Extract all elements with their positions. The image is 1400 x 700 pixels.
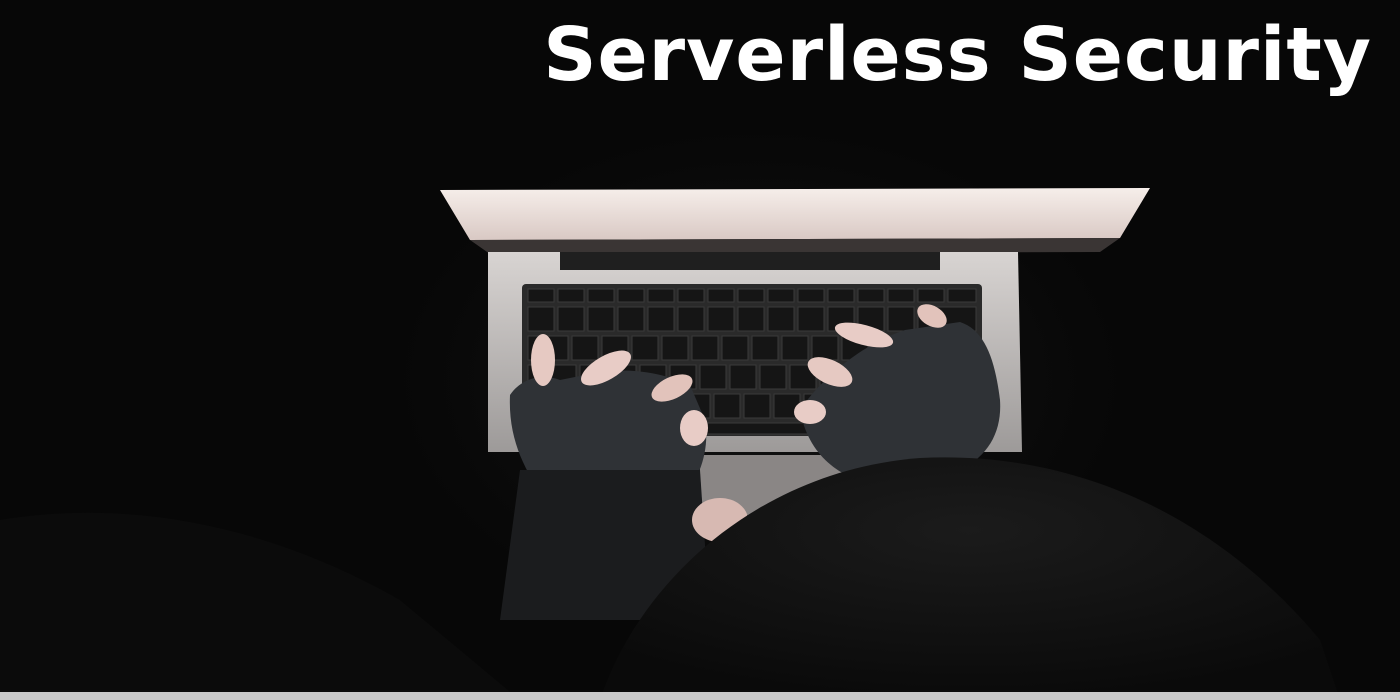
laptop-hacker-illustration	[0, 188, 1340, 700]
bottom-divider	[0, 692, 1400, 700]
laptop-screen	[440, 188, 1150, 254]
page-title: Serverless Security	[543, 12, 1372, 98]
hero-banner: Serverless Security	[0, 0, 1400, 700]
